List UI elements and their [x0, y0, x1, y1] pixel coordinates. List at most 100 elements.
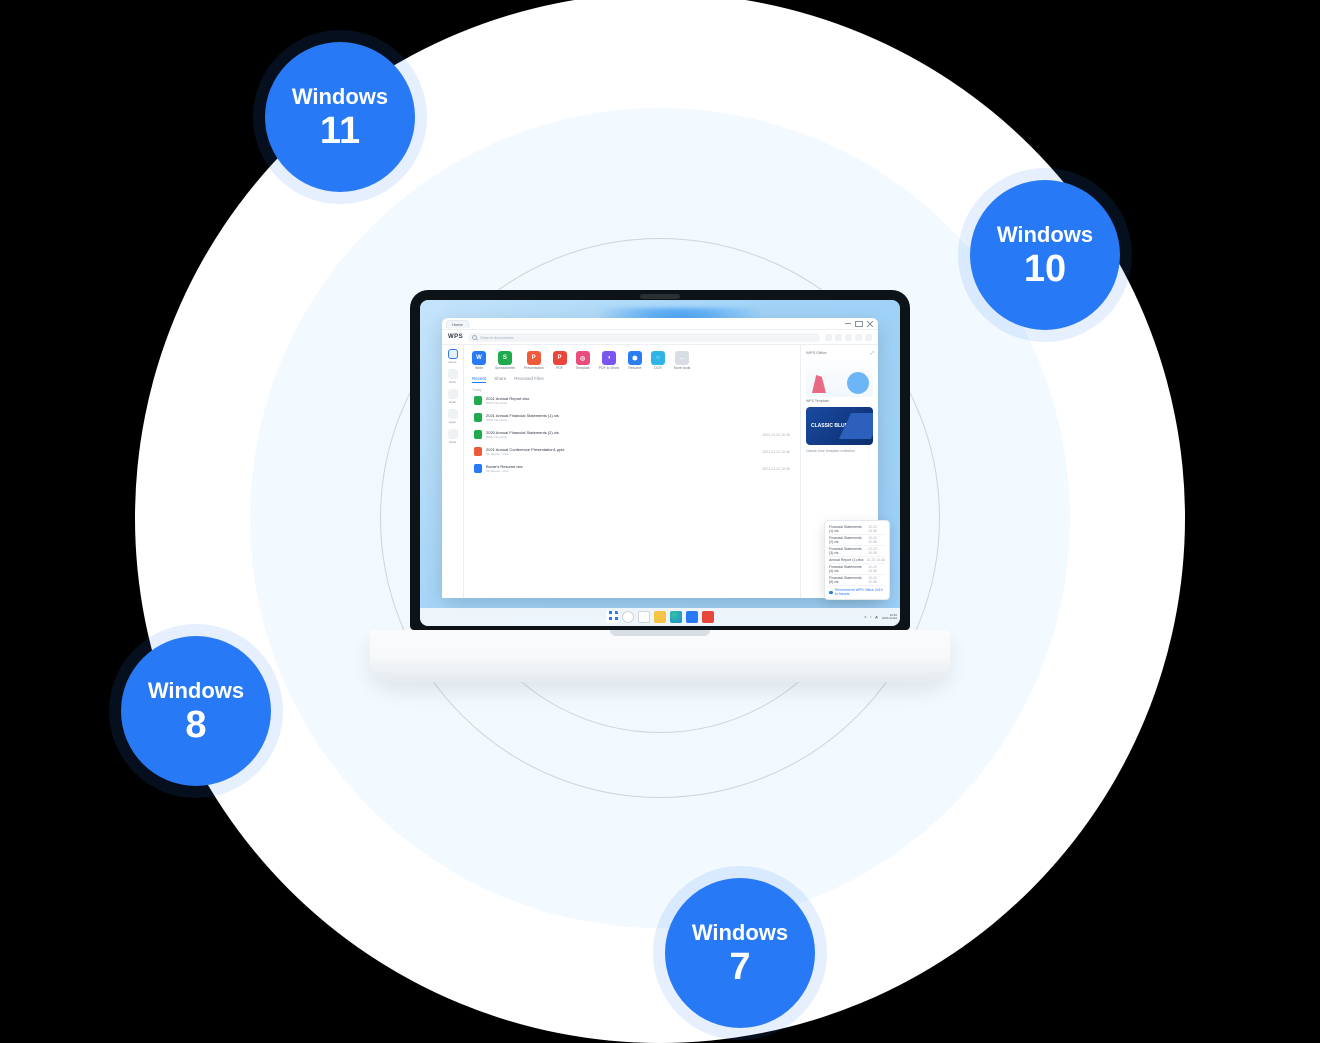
file-filter-tabs: Recent Share Received Files — [472, 376, 792, 383]
store-icon[interactable] — [686, 611, 698, 623]
file-path: My Device > Doc — [486, 469, 758, 473]
header-icon[interactable] — [835, 334, 842, 341]
tools-icon — [448, 429, 458, 439]
task-view-icon[interactable] — [638, 611, 650, 623]
start-tile[interactable]: ◎Template — [576, 351, 590, 370]
start-menu-icon[interactable] — [606, 611, 618, 623]
file-path: WPS Cloud File — [486, 418, 786, 422]
file-path: WPS Cloud File — [486, 401, 786, 405]
tile-label: Presentation — [524, 366, 544, 370]
header-icon[interactable] — [845, 334, 852, 341]
popup-file-name: Financial Statements (3).xls — [829, 547, 868, 555]
volume-icon[interactable]: 🔈 — [875, 615, 879, 619]
start-tile[interactable]: PPDF — [553, 351, 567, 370]
start-tile[interactable]: WWrite — [472, 351, 486, 370]
folder-icon — [448, 389, 458, 399]
tile-icon: W — [472, 351, 486, 365]
side-nav-docs[interactable]: Docs — [446, 369, 460, 384]
start-tile[interactable]: …More tools — [674, 351, 690, 370]
expand-icon[interactable]: ⤢ — [871, 350, 873, 355]
popup-file-date: 12-22 10:36 — [866, 558, 885, 562]
side-nav-label: Tools — [449, 440, 456, 444]
tile-icon: S — [498, 351, 512, 365]
windows-taskbar[interactable]: ᐱ ⌔ 🔈 10:36 2021/12/22 — [420, 608, 900, 626]
tile-icon: … — [675, 351, 689, 365]
promo-card-illustration[interactable] — [806, 359, 873, 397]
recommend-link-text: Recommend WPS Office 2019 to friends — [835, 588, 885, 596]
window-titlebar: Home — [442, 318, 878, 330]
file-type-icon — [474, 447, 482, 456]
header-icon[interactable] — [865, 334, 872, 341]
app-logo: WPS — [448, 334, 463, 340]
file-date: 2021-12-22 10:36 — [762, 433, 790, 437]
apps-icon — [448, 409, 458, 419]
recent-files-popup[interactable]: Financial Statements (1).xls12-22 10:36F… — [824, 520, 890, 600]
tile-label: Resume — [628, 366, 641, 370]
file-date: 2021-12-22 10:36 — [762, 450, 790, 454]
search-icon[interactable] — [622, 611, 634, 623]
taskbar-tray[interactable]: ᐱ ⌔ 🔈 10:36 2021/12/22 — [864, 614, 897, 621]
tile-icon: ◎ — [576, 351, 590, 365]
file-row[interactable]: 2020 Annual Financial Statements (2).xls… — [472, 427, 792, 442]
tile-icon: ○ — [651, 351, 665, 365]
side-nav: Home Docs Open Apps — [442, 345, 464, 598]
recent-file-list: 2021 Annual Report.xlsxWPS Cloud File 202… — [472, 393, 792, 476]
promo-card-label: CLASSIC BLUE — [811, 423, 848, 429]
side-nav-tools[interactable]: Tools — [446, 429, 460, 444]
minimize-icon[interactable] — [844, 321, 852, 327]
popup-file-row[interactable]: Financial Statements (2).xls12-22 10:36 — [829, 535, 885, 546]
recommend-link[interactable]: Recommend WPS Office 2019 to friends — [829, 588, 885, 596]
filter-received[interactable]: Received Files — [514, 376, 544, 383]
file-row[interactable]: 2021 Annual Financial Statements (1).xls… — [472, 410, 792, 425]
chevron-up-icon[interactable]: ᐱ — [864, 615, 866, 619]
maximize-icon[interactable] — [855, 321, 863, 327]
os-version: 10 — [1024, 250, 1066, 288]
file-row[interactable]: Bovar's Resume.docMy Device > Doc2021-12… — [472, 461, 792, 476]
laptop-camera-notch — [640, 294, 680, 299]
filter-recent[interactable]: Recent — [472, 376, 486, 383]
side-nav-apps[interactable]: Apps — [446, 409, 460, 424]
close-icon[interactable] — [866, 321, 874, 327]
popup-file-row[interactable]: Annual Report (1).xlsx12-22 10:36 — [829, 557, 885, 564]
popup-file-name: Annual Report (1).xlsx — [829, 558, 864, 562]
popup-file-row[interactable]: Financial Statements (5).xls12-22 10:36 — [829, 575, 885, 586]
main-panel: WWrite SSpreadsheet PPresentation PPDF ◎Temp… — [464, 345, 800, 598]
popup-file-name: Financial Statements (2).xls — [829, 536, 868, 544]
app-header: WPS Search documents — [442, 330, 878, 345]
file-row[interactable]: 2021 Annual Report.xlsxWPS Cloud File — [472, 393, 792, 408]
header-icon[interactable] — [855, 334, 862, 341]
side-nav-open[interactable]: Open — [446, 389, 460, 404]
start-tile[interactable]: ◑PDF to Word — [599, 351, 619, 370]
wps-icon[interactable] — [702, 611, 714, 623]
tile-label: More tools — [674, 366, 690, 370]
right-panel-header: WPS Office ⤢ — [806, 350, 873, 355]
search-input[interactable]: Search documents — [468, 333, 820, 342]
popup-file-row[interactable]: Financial Statements (4).xls12-22 10:36 — [829, 564, 885, 575]
taskbar-clock[interactable]: 10:36 2021/12/22 — [882, 614, 897, 621]
tile-label: PDF — [556, 366, 563, 370]
popup-file-date: 12-22 10:36 — [868, 525, 885, 533]
promo-card-classic-blue[interactable]: CLASSIC BLUE — [806, 407, 873, 445]
explorer-icon[interactable] — [654, 611, 666, 623]
window-tab[interactable]: Home — [446, 320, 469, 328]
popup-file-row[interactable]: Financial Statements (1).xls12-22 10:36 — [829, 524, 885, 535]
side-nav-label: Open — [449, 400, 456, 404]
wps-office-window[interactable]: Home WPS Search documents — [442, 318, 878, 598]
file-type-icon — [474, 413, 482, 422]
start-tile[interactable]: ⬢Resume — [628, 351, 642, 370]
start-tile[interactable]: ○OCR — [651, 351, 665, 370]
start-tiles: WWrite SSpreadsheet PPresentation PPDF ◎Temp… — [472, 351, 792, 370]
right-panel-tag: WPS Template — [806, 399, 873, 403]
file-type-icon — [474, 396, 482, 405]
side-nav-home[interactable]: Home — [446, 349, 460, 364]
popup-file-row[interactable]: Financial Statements (3).xls12-22 10:36 — [829, 546, 885, 557]
wifi-icon[interactable]: ⌔ — [869, 615, 872, 620]
start-tile[interactable]: SSpreadsheet — [495, 351, 515, 370]
popup-file-name: Financial Statements (4).xls — [829, 565, 868, 573]
header-icon[interactable] — [825, 334, 832, 341]
cloud-icon — [829, 591, 833, 594]
edge-icon[interactable] — [670, 611, 682, 623]
start-tile[interactable]: PPresentation — [524, 351, 544, 370]
filter-share[interactable]: Share — [494, 376, 506, 383]
file-row[interactable]: 2021 Annual Conference Presentation1.ppt… — [472, 444, 792, 459]
